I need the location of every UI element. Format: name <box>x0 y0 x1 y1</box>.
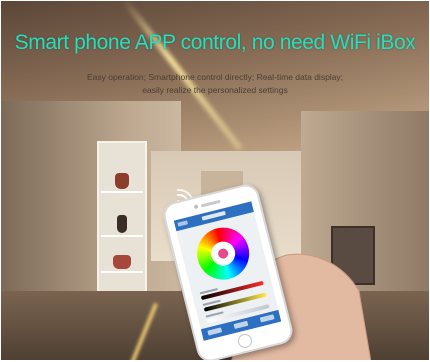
app-title <box>174 203 253 229</box>
app-tab-button[interactable] <box>207 327 223 336</box>
phone-camera <box>193 204 199 210</box>
banner-subtext: Easy operation; Smartphone control direc… <box>1 71 429 97</box>
app-screen <box>173 201 282 341</box>
shelf-board <box>101 191 143 193</box>
subtext-line-2: easily realize the personalized settings <box>142 85 288 95</box>
vase <box>113 255 131 269</box>
power-icon[interactable] <box>217 247 230 260</box>
color-wheel-center <box>208 239 238 269</box>
shelf-board <box>101 235 143 237</box>
banner-headline: Smart phone APP control, no need WiFi iB… <box>14 31 416 54</box>
vase <box>117 215 127 233</box>
vase <box>115 173 129 189</box>
app-tab-button[interactable] <box>259 314 275 323</box>
phone-home-button <box>236 332 254 350</box>
color-wheel-icon[interactable] <box>191 222 255 286</box>
shelf-board <box>101 271 143 273</box>
product-banner: Smart phone APP control, no need WiFi iB… <box>1 1 429 360</box>
app-tab-button[interactable] <box>233 320 249 330</box>
subtext-line-1: Easy operation; Smartphone control direc… <box>86 72 344 82</box>
app-back-button[interactable] <box>177 220 189 227</box>
phone-speaker <box>200 199 221 208</box>
